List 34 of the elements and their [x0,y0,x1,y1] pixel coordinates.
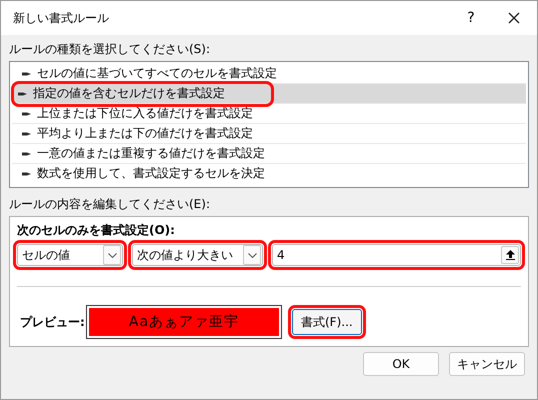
rule-type-item[interactable]: 一意の値または重複する値だけを書式設定 [12,144,526,164]
condition-heading: 次のセルのみを書式設定(O): [17,222,176,239]
dropdown-value: 次の値より大きい [137,246,233,264]
chevron-down-icon [108,252,116,258]
ok-button[interactable]: OK [363,352,439,376]
pointer-icon [22,130,31,136]
window-title: 新しい書式ルール [13,10,110,26]
rule-type-item[interactable]: 指定の値を含むセルだけを書式設定 [12,84,526,104]
preview-label: プレビュー: [19,314,86,330]
dropdown-value: セルの値 [22,246,70,264]
help-button[interactable]: ? [451,10,491,26]
edit-rule-heading: ルールの内容を編集してください(E): [9,196,211,213]
collapse-button[interactable] [501,246,519,264]
cancel-button[interactable]: キャンセル [449,352,525,376]
rule-type-label: 一意の値または重複する値だけを書式設定 [37,145,265,162]
rule-type-label: 上位または下位に入る値だけを書式設定 [37,105,253,122]
pointer-icon [22,170,31,176]
close-icon [508,12,520,24]
rule-type-label: 数式を使用して、書式設定するセルを決定 [37,165,265,182]
pointer-icon [22,150,31,156]
rule-type-label: 指定の値を含むセルだけを書式設定 [33,85,225,102]
rule-type-item[interactable]: 数式を使用して、書式設定するセルを決定 [12,164,526,183]
chevron-down-icon [248,252,256,258]
rule-type-label: 平均より上または下の値だけを書式設定 [37,125,253,142]
pointer-icon [22,70,31,76]
preview-sample: Aaあぁアァ亜宇 [89,308,279,336]
arrow-up-icon [506,250,514,260]
rule-type-label-heading: ルールの種類を選択してください(S): [9,41,212,58]
rule-type-item[interactable]: 上位または下位に入る値だけを書式設定 [12,104,526,124]
pointer-icon [22,110,31,116]
value-input[interactable]: 4 [277,248,477,262]
rule-type-label: セルの値に基づいてすべてのセルを書式設定 [37,65,277,82]
pointer-icon [18,90,27,96]
rule-type-item[interactable]: 平均より上または下の値だけを書式設定 [12,124,526,144]
